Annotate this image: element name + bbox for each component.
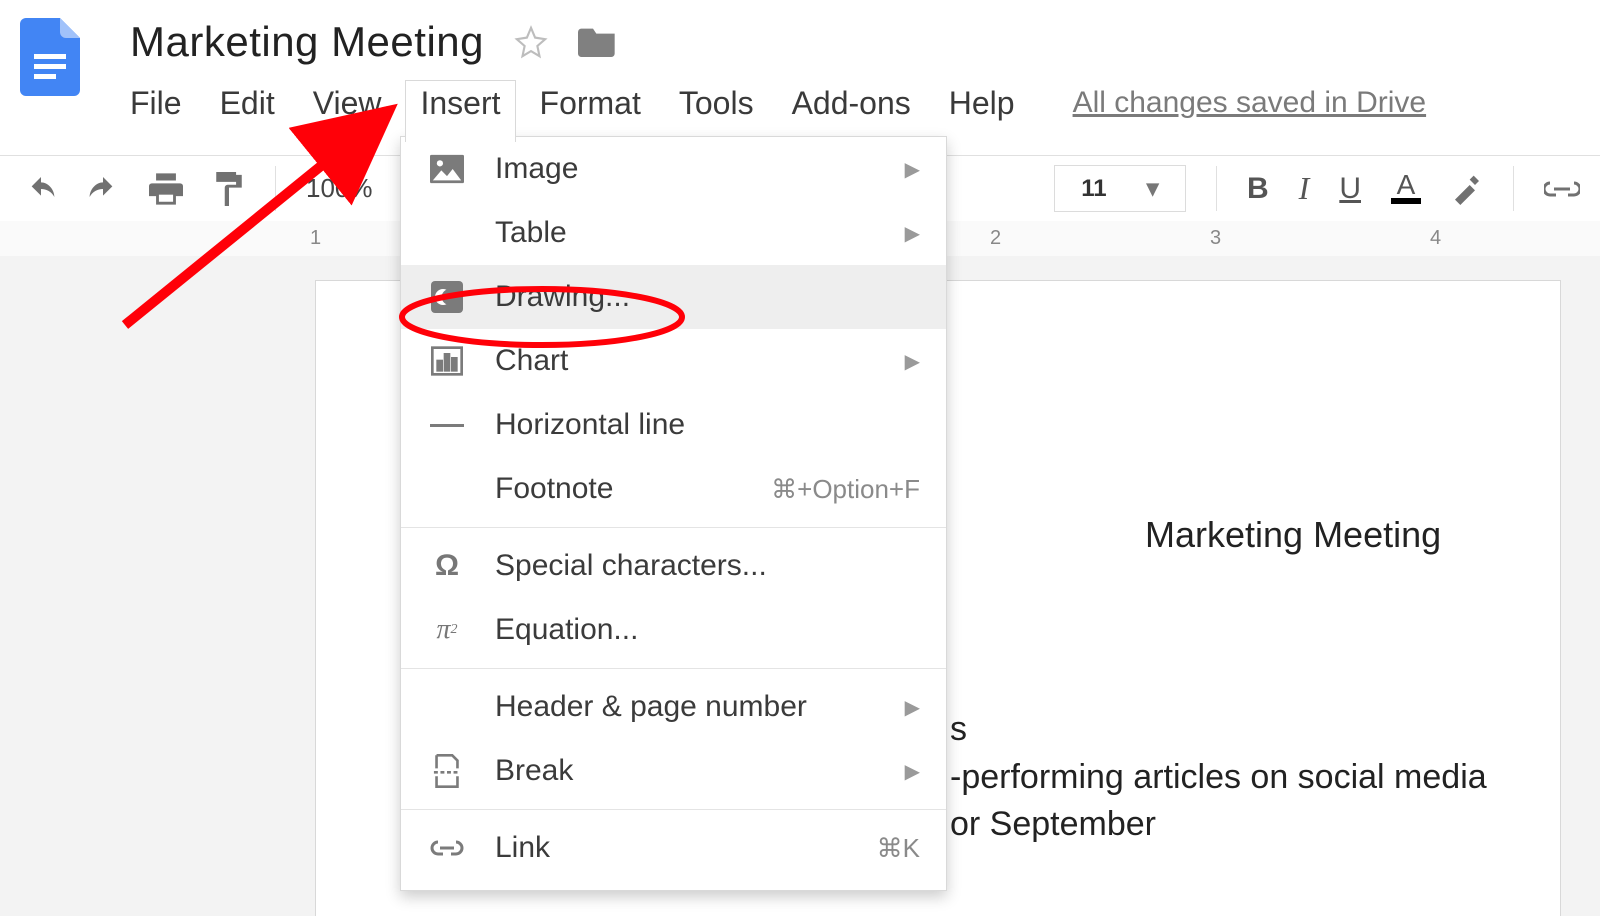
submenu-arrow-icon: ▶ — [905, 759, 920, 784]
shortcut-label: ⌘K — [877, 833, 920, 864]
menu-item-label: Image — [495, 152, 578, 186]
submenu-arrow-icon: ▶ — [905, 349, 920, 374]
menu-separator — [401, 527, 946, 528]
paint-format-button[interactable] — [213, 172, 245, 206]
document-title[interactable]: Marketing Meeting — [130, 18, 484, 66]
underline-button[interactable]: U — [1339, 172, 1361, 206]
text-color-button[interactable]: A — [1391, 174, 1421, 204]
insert-menu-dropdown: Image ▶ Table ▶ Drawing... Chart ▶ Horiz… — [400, 136, 947, 891]
star-icon[interactable] — [514, 25, 548, 59]
menu-item-label: Special characters... — [495, 549, 767, 583]
redo-button[interactable] — [87, 176, 119, 202]
menu-item-chart[interactable]: Chart ▶ — [401, 329, 946, 393]
menu-addons[interactable]: Add-ons — [792, 85, 911, 122]
image-icon — [429, 151, 465, 187]
submenu-arrow-icon: ▶ — [905, 221, 920, 246]
folder-icon[interactable] — [578, 24, 618, 60]
menu-item-link[interactable]: Link ⌘K — [401, 816, 946, 880]
menu-insert[interactable]: Insert — [405, 80, 515, 142]
menu-item-header-page-number[interactable]: Header & page number ▶ — [401, 675, 946, 739]
menu-item-label: Link — [495, 831, 550, 865]
menu-item-table[interactable]: Table ▶ — [401, 201, 946, 265]
menu-item-label: Drawing... — [495, 280, 630, 314]
omega-icon: Ω — [429, 548, 465, 584]
menu-format[interactable]: Format — [540, 85, 641, 122]
menu-tools[interactable]: Tools — [679, 85, 754, 122]
print-button[interactable] — [149, 173, 183, 205]
submenu-arrow-icon: ▶ — [905, 157, 920, 182]
ruler-tick-2: 2 — [990, 227, 1001, 250]
page-heading: Marketing Meeting — [1145, 514, 1441, 556]
menu-item-label: Equation... — [495, 613, 638, 647]
menu-item-label: Chart — [495, 344, 568, 378]
insert-link-button[interactable] — [1544, 179, 1580, 199]
page-text-line: or September — [950, 805, 1156, 844]
menu-item-drawing[interactable]: Drawing... — [401, 265, 946, 329]
menu-file[interactable]: File — [130, 85, 182, 122]
menu-item-image[interactable]: Image ▶ — [401, 137, 946, 201]
font-size-value: 11 — [1081, 175, 1106, 203]
menu-item-label: Horizontal line — [495, 408, 685, 442]
italic-button[interactable]: I — [1299, 170, 1310, 207]
menu-edit[interactable]: Edit — [220, 85, 275, 122]
ruler-tick-1: 1 — [310, 227, 321, 250]
menu-item-footnote[interactable]: Footnote ⌘+Option+F — [401, 457, 946, 521]
menu-separator — [401, 809, 946, 810]
save-status[interactable]: All changes saved in Drive — [1073, 86, 1427, 120]
page-break-icon — [429, 753, 465, 789]
equation-icon: π2 — [429, 612, 465, 648]
chevron-down-icon: ▾ — [1147, 174, 1159, 203]
undo-button[interactable] — [25, 176, 57, 202]
page-text-line: s — [950, 710, 967, 749]
link-icon — [429, 830, 465, 866]
font-size-select[interactable]: 11 ▾ — [1054, 165, 1186, 212]
zoom-level[interactable]: 100% — [306, 173, 373, 204]
menu-item-equation[interactable]: π2 Equation... — [401, 598, 946, 662]
menu-item-label: Header & page number — [495, 690, 807, 724]
ruler-tick-3: 3 — [1210, 227, 1221, 250]
highlight-button[interactable] — [1451, 173, 1483, 205]
menu-separator — [401, 668, 946, 669]
shortcut-label: ⌘+Option+F — [771, 474, 920, 505]
menu-item-horizontal-line[interactable]: Horizontal line — [401, 393, 946, 457]
line-icon — [429, 407, 465, 443]
menu-help[interactable]: Help — [949, 85, 1015, 122]
drawing-icon — [429, 279, 465, 315]
menu-item-label: Footnote — [495, 472, 613, 506]
docs-logo-icon[interactable] — [20, 18, 80, 96]
chart-icon — [429, 343, 465, 379]
page-text-line: -performing articles on social media — [950, 758, 1487, 797]
menu-item-label: Table — [495, 216, 567, 250]
menubar: File Edit View Insert Format Tools Add-o… — [130, 84, 1426, 122]
menu-view[interactable]: View — [313, 85, 382, 122]
bold-button[interactable]: B — [1247, 172, 1269, 206]
menu-item-special-characters[interactable]: Ω Special characters... — [401, 534, 946, 598]
menu-item-break[interactable]: Break ▶ — [401, 739, 946, 803]
menu-item-label: Break — [495, 754, 573, 788]
ruler-tick-4: 4 — [1430, 227, 1441, 250]
submenu-arrow-icon: ▶ — [905, 695, 920, 720]
